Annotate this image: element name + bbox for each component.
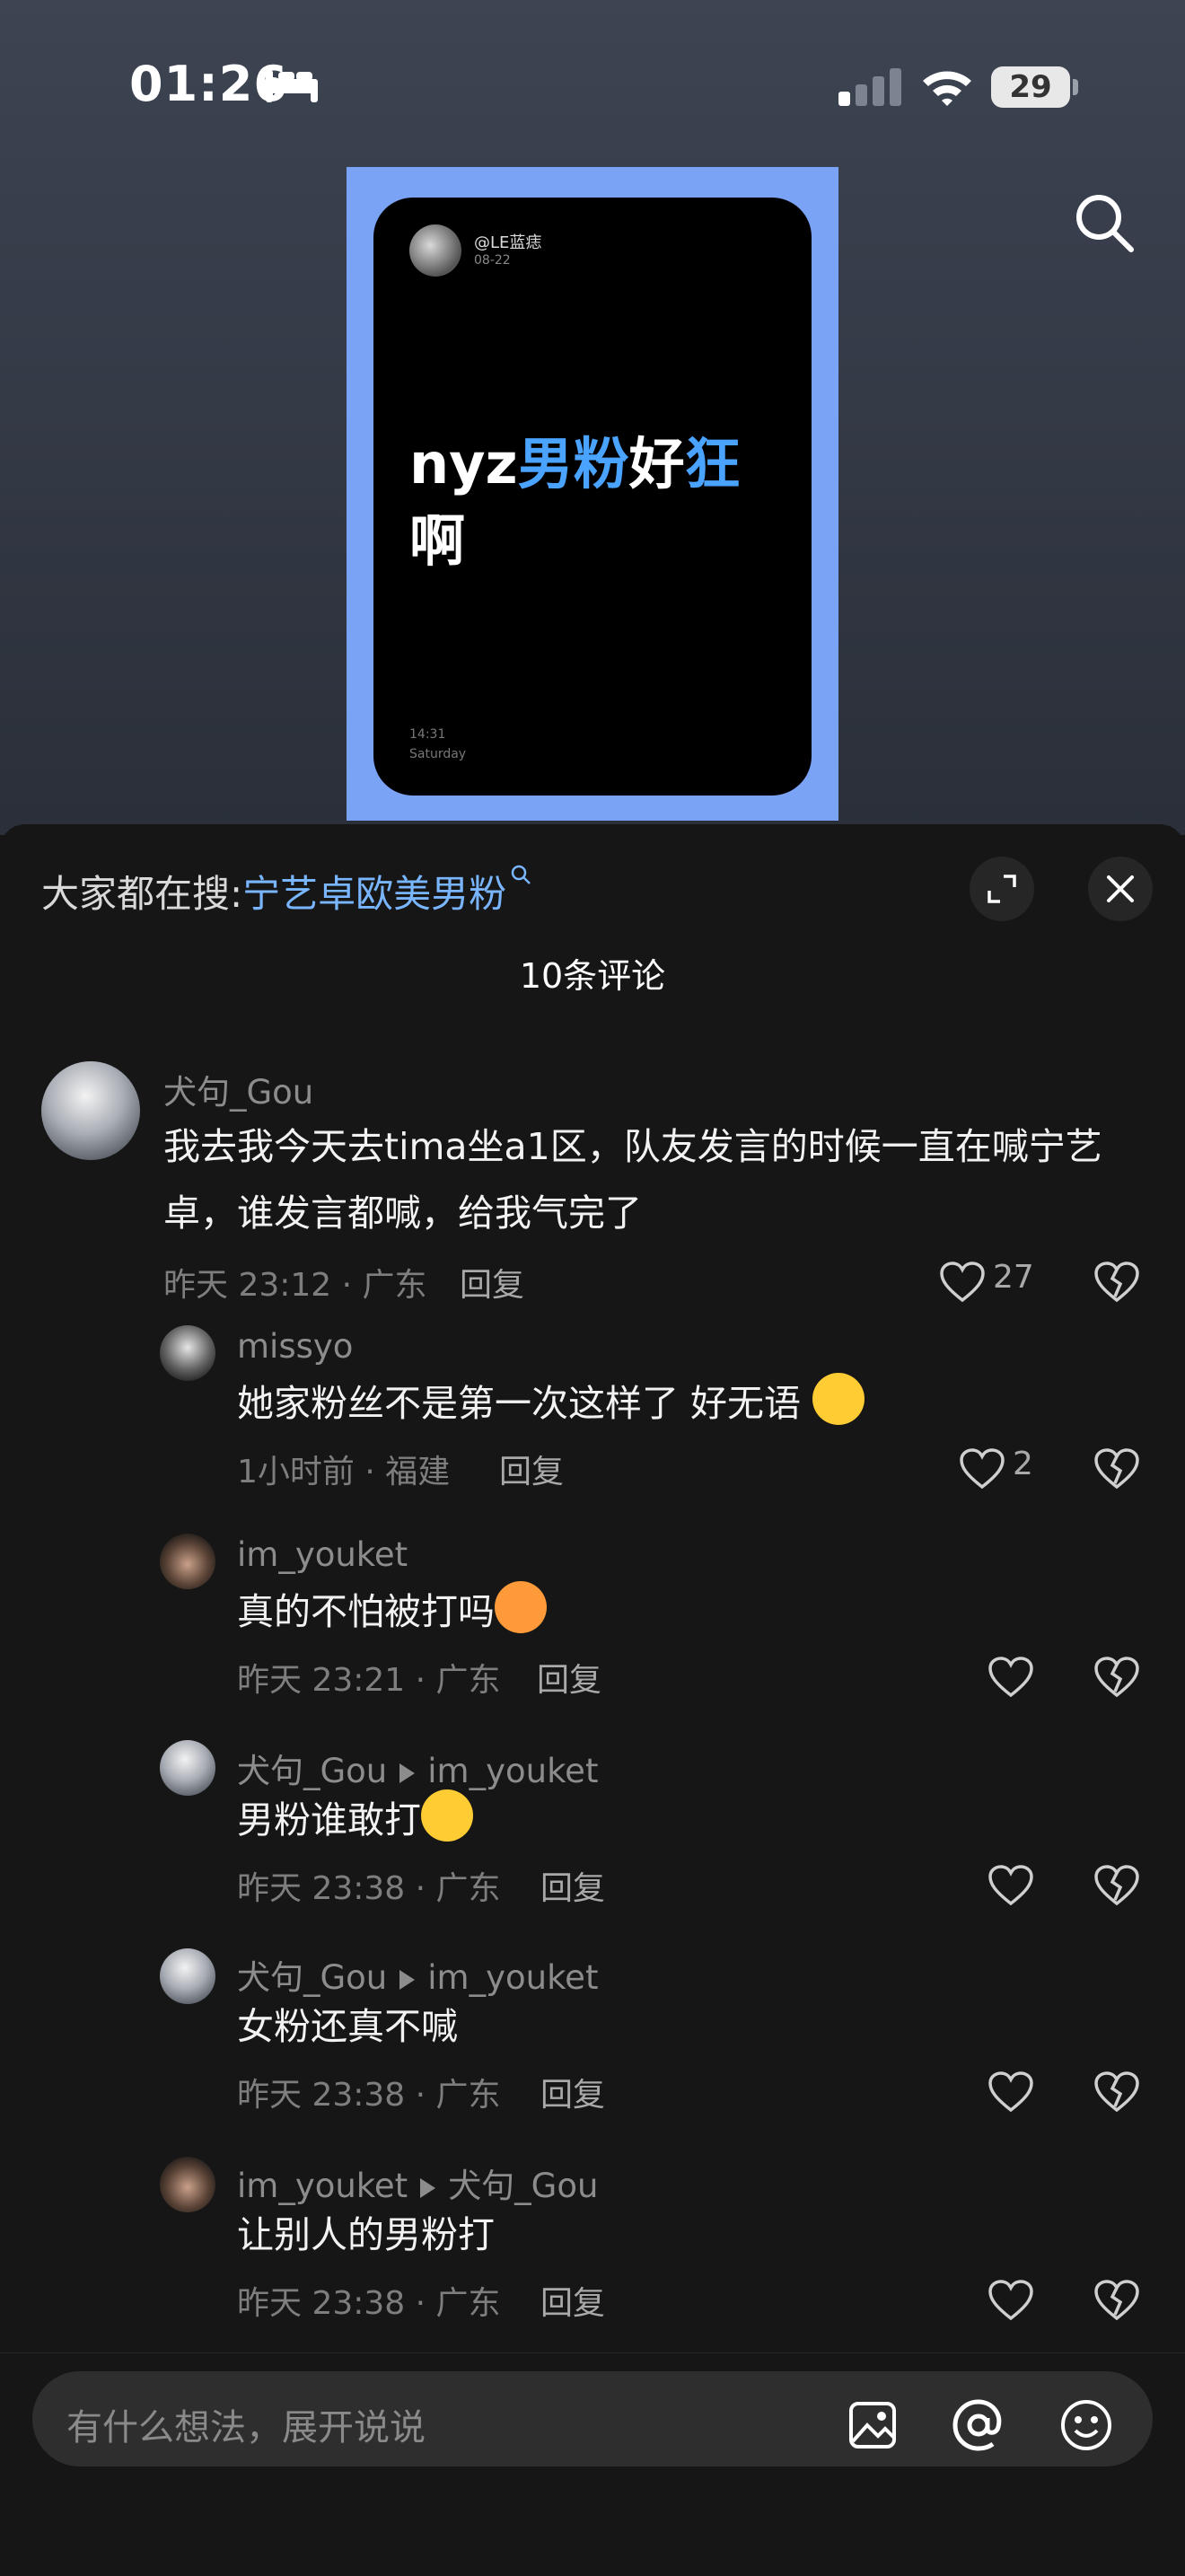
like-count: 27 xyxy=(993,1259,1034,1296)
loudly-crying-emoji xyxy=(421,1789,473,1842)
reply-button[interactable]: 回复 xyxy=(460,1259,524,1306)
comment-input[interactable]: 有什么想法，展开说说 xyxy=(32,2371,1153,2466)
comment-username[interactable]: im_youket 犬句_Gou xyxy=(237,2158,598,2207)
reply-arrow-icon xyxy=(399,1763,416,1783)
post-card: @LE蓝痣 08-22 nyz男粉好狂啊 14:31 Saturday xyxy=(373,198,812,796)
dislike-icon[interactable] xyxy=(1093,2279,1140,2322)
card-handle: @LE蓝痣 xyxy=(474,233,542,252)
card-headline: nyz男粉好狂啊 xyxy=(409,431,741,574)
avatar[interactable] xyxy=(160,1948,215,2004)
reply-button[interactable]: 回复 xyxy=(540,2069,605,2115)
wifi-icon xyxy=(923,71,971,106)
card-avatar xyxy=(409,224,461,277)
like-count: 2 xyxy=(1013,1446,1033,1482)
comment-username[interactable]: im_youket xyxy=(237,1535,408,1574)
comment[interactable]: 犬句_Gou im_youket 女粉还真不喊 昨天 23:38 · 广东 回复 xyxy=(0,1948,1185,2155)
comment-meta: 昨天 23:21 · 广东 xyxy=(237,1662,501,1699)
dislike-icon[interactable] xyxy=(1093,1447,1140,1490)
comment[interactable]: missyo 她家粉丝不是第一次这样了 好无语 1小时前 · 福建 回复 2 xyxy=(0,1325,1185,1534)
like-icon[interactable] xyxy=(959,1447,1005,1490)
sleep-icon xyxy=(266,70,318,102)
like-icon[interactable] xyxy=(988,2070,1034,2114)
comment[interactable]: im_youket 犬句_Gou 让别人的男粉打 昨天 23:38 · 广东 回复 xyxy=(0,2157,1185,2352)
reply-button[interactable]: 回复 xyxy=(540,1862,605,1909)
comment-text: 她家粉丝不是第一次这样了 好无语 xyxy=(237,1370,1135,1437)
comment[interactable]: 犬句_Gou 我去我今天去tima坐a1区，队友发言的时候一直在喊宁艺卓，谁发言… xyxy=(0,824,1185,1327)
reply-button[interactable]: 回复 xyxy=(537,1654,601,1701)
avatar[interactable] xyxy=(160,2157,215,2212)
comment-input-placeholder: 有什么想法，展开说说 xyxy=(66,2407,426,2449)
dislike-icon[interactable] xyxy=(1093,2070,1140,2114)
like-icon[interactable] xyxy=(988,1864,1034,1907)
like-icon[interactable] xyxy=(939,1261,986,1304)
dislike-icon[interactable] xyxy=(1093,1864,1140,1907)
battery-tip xyxy=(1073,79,1078,95)
reply-button[interactable]: 回复 xyxy=(540,2277,605,2324)
search-icon[interactable] xyxy=(1072,190,1137,255)
dislike-icon[interactable] xyxy=(1093,1656,1140,1699)
comment-username[interactable]: 犬句_Gou im_youket xyxy=(237,1950,598,1999)
comment-meta: 昨天 23:12 · 广东 xyxy=(163,1267,427,1304)
comment-meta: 昨天 23:38 · 广东 xyxy=(237,1870,501,1907)
comment-input-bar: 有什么想法，展开说说 xyxy=(0,2352,1185,2576)
comment-username[interactable]: 犬句_Gou xyxy=(163,1065,313,1113)
comment-username[interactable]: missyo xyxy=(237,1327,353,1366)
dislike-icon[interactable] xyxy=(1093,1261,1140,1304)
comment-text: 我去我今天去tima坐a1区，队友发言的时候一直在喊宁艺卓，谁发言都喊，给我气完… xyxy=(163,1125,1102,1235)
at-icon[interactable] xyxy=(952,2398,1005,2452)
reply-arrow-icon xyxy=(420,2177,436,2198)
card-clock: 14:31 xyxy=(409,727,446,742)
comment-text: 男粉谁敢打 xyxy=(237,1787,1135,1853)
avatar[interactable] xyxy=(160,1740,215,1796)
kissing-face-emoji xyxy=(495,1581,547,1633)
reply-button[interactable]: 回复 xyxy=(499,1446,564,1492)
crying-face-emoji xyxy=(812,1373,865,1425)
comment-meta: 昨天 23:38 · 广东 xyxy=(237,2285,501,2322)
comment-sheet: 大家都在搜:宁艺卓欧美男粉 10条评论 犬句_Gou 我去我今天去tima坐a1… xyxy=(0,824,1185,2575)
comment[interactable]: im_youket 真的不怕被打吗 昨天 23:21 · 广东 回复 xyxy=(0,1534,1185,1740)
card-weekday: Saturday xyxy=(409,747,467,761)
avatar[interactable] xyxy=(160,1534,215,1589)
comment[interactable]: 犬句_Gou im_youket 男粉谁敢打 昨天 23:38 · 广东 回复 xyxy=(0,1740,1185,1947)
comment-username[interactable]: 犬句_Gou im_youket xyxy=(237,1744,598,1792)
post-image[interactable]: @LE蓝痣 08-22 nyz男粉好狂啊 14:31 Saturday xyxy=(347,167,838,821)
avatar[interactable] xyxy=(41,1061,140,1160)
card-date: 08-22 xyxy=(474,253,511,268)
reply-arrow-icon xyxy=(399,1969,416,1990)
comment-text: 让别人的男粉打 xyxy=(237,2213,495,2256)
comment-meta: 昨天 23:38 · 广东 xyxy=(237,2077,501,2114)
comment-meta: 1小时前 · 福建 xyxy=(237,1454,451,1490)
signal-icon xyxy=(838,66,901,106)
like-icon[interactable] xyxy=(988,2279,1034,2322)
video-area[interactable]: 01:26 29 @LE蓝痣 08-22 nyz男粉好狂 啊 14:31 Sat… xyxy=(0,0,1185,835)
avatar[interactable] xyxy=(160,1325,215,1381)
comment-text: 女粉还真不喊 xyxy=(237,2005,458,2048)
comment-text: 真的不怕被打吗 xyxy=(237,1578,1135,1645)
like-icon[interactable] xyxy=(988,1656,1034,1699)
image-icon[interactable] xyxy=(846,2398,900,2452)
battery-icon: 29 xyxy=(991,66,1070,108)
emoji-icon[interactable] xyxy=(1059,2398,1113,2452)
